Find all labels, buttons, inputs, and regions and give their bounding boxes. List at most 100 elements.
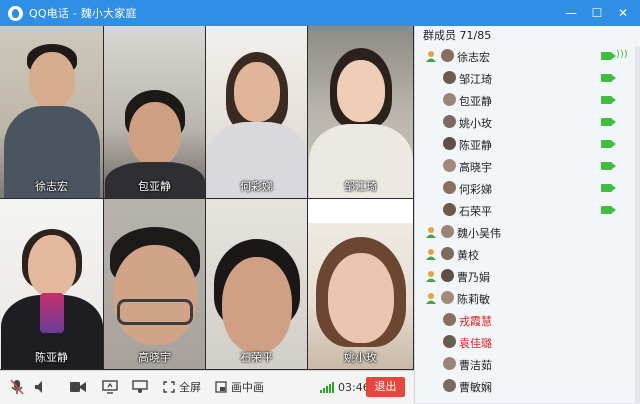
speaking-indicator-icon: )))	[616, 49, 628, 60]
video-tile[interactable]: 邹江琦	[308, 26, 414, 199]
member-panel: 群成员 71/85 徐志宏))) 邹江琦包亚静姚小玫陈亚静高晓宇何彩娣石荣平魏小吴…	[414, 26, 640, 403]
member-name: 高晓宇	[459, 161, 492, 174]
video-on-icon	[601, 96, 616, 104]
video-tile-name: 徐志宏	[35, 180, 68, 193]
admin-user-icon	[426, 293, 436, 304]
avatar	[443, 93, 456, 106]
speaker-icon	[35, 381, 42, 393]
picture-in-picture-button[interactable]: 画中画	[215, 379, 264, 395]
signal-strength-icon	[320, 382, 334, 393]
member-row[interactable]: 徐志宏)))	[415, 46, 640, 66]
video-tile[interactable]: 何彩娣	[206, 26, 308, 199]
member-name: 姚小玫	[459, 117, 492, 130]
video-tile-name: 邹江琦	[344, 180, 377, 193]
present-button[interactable]	[132, 379, 148, 395]
video-on-icon	[601, 118, 616, 126]
picture-in-picture-label: 画中画	[231, 381, 264, 394]
close-button[interactable]: ✕	[610, 6, 636, 20]
video-tile[interactable]: 包亚静	[104, 26, 206, 199]
member-row[interactable]: 曹敏娴	[415, 376, 640, 396]
avatar	[441, 269, 454, 282]
share-screen-button[interactable]	[102, 379, 118, 395]
admin-user-icon	[426, 271, 436, 282]
member-row[interactable]: 陈莉敏	[415, 288, 640, 308]
speaker-button[interactable]	[34, 379, 48, 395]
avatar	[441, 49, 454, 62]
admin-user-icon	[426, 227, 436, 238]
presenter-icon	[132, 380, 148, 393]
video-tile-name: 包亚静	[138, 180, 171, 193]
member-name: 包亚静	[459, 95, 492, 108]
admin-user-icon	[426, 51, 436, 62]
microphone-off-icon	[10, 379, 24, 395]
member-row[interactable]: 石荣平	[415, 200, 640, 220]
fullscreen-label: 全屏	[179, 381, 201, 394]
avatar	[443, 71, 456, 84]
microphone-mute-button[interactable]	[10, 379, 24, 395]
member-row[interactable]: 高晓宇	[415, 156, 640, 176]
video-tile-name: 石荣平	[240, 351, 273, 364]
call-duration: 03:46	[338, 380, 370, 394]
member-name: 袁佳璐	[459, 337, 492, 350]
avatar	[443, 335, 456, 348]
member-row[interactable]: 曹洁茹	[415, 354, 640, 374]
member-name: 石荣平	[459, 205, 492, 218]
video-tile[interactable]: 石荣平	[206, 199, 308, 370]
member-name: 曹敏娴	[459, 381, 492, 394]
video-tile[interactable]: 高晓宇	[104, 199, 206, 370]
member-row[interactable]: 陈亚静	[415, 134, 640, 154]
screen-share-icon	[102, 380, 118, 394]
member-name: 戎霞慧	[459, 315, 492, 328]
video-tile[interactable]: 陈亚静	[0, 199, 104, 370]
member-list-scrollbar[interactable]	[635, 46, 640, 403]
member-row[interactable]: 戎霞慧	[415, 310, 640, 330]
video-on-icon	[601, 140, 616, 148]
window-title: QQ电话 - 魏小大家庭	[29, 7, 137, 20]
member-name: 何彩娣	[459, 183, 492, 196]
member-row[interactable]: 黄校	[415, 244, 640, 264]
camera-icon	[70, 382, 86, 392]
picture-in-picture-icon	[215, 381, 227, 393]
member-row[interactable]: 包亚静	[415, 90, 640, 110]
video-on-icon	[601, 206, 616, 214]
member-row[interactable]: 姚小玫	[415, 112, 640, 132]
avatar	[443, 181, 456, 194]
member-row[interactable]: 何彩娣	[415, 178, 640, 198]
exit-call-button[interactable]: 退出	[366, 377, 405, 397]
member-row[interactable]: 邹江琦	[415, 68, 640, 88]
video-tile[interactable]: 姚小玫	[308, 199, 414, 370]
member-name: 邹江琦	[459, 73, 492, 86]
member-name: 曹洁茹	[459, 359, 492, 372]
avatar	[443, 203, 456, 216]
admin-user-icon	[426, 249, 436, 260]
member-row[interactable]: 魏小吴伟	[415, 222, 640, 242]
video-on-icon	[601, 52, 616, 60]
member-name: 魏小吴伟	[457, 227, 501, 240]
video-on-icon	[601, 162, 616, 170]
avatar	[443, 357, 456, 370]
member-name: 曹乃娟	[457, 271, 490, 284]
video-tile[interactable]: 徐志宏	[0, 26, 104, 199]
avatar	[441, 291, 454, 304]
fullscreen-button[interactable]: 全屏	[163, 379, 201, 395]
member-name: 徐志宏	[457, 51, 490, 64]
member-name: 黄校	[457, 249, 479, 262]
minimize-button[interactable]: —	[558, 6, 584, 20]
video-tile-name: 高晓宇	[138, 351, 171, 364]
camera-button[interactable]	[70, 379, 86, 395]
member-row[interactable]: 曹乃娟	[415, 266, 640, 286]
avatar	[441, 225, 454, 238]
fullscreen-icon	[163, 381, 175, 393]
member-row[interactable]: 袁佳璐	[415, 332, 640, 352]
maximize-button[interactable]: ☐	[584, 6, 610, 20]
avatar	[443, 137, 456, 150]
video-on-icon	[601, 74, 616, 82]
video-grid: 徐志宏 包亚静 何彩娣 邹江琦 陈亚静 高晓宇 石荣平 姚小玫	[0, 26, 414, 370]
member-name: 陈亚静	[459, 139, 492, 152]
member-count: 群成员 71/85	[423, 29, 492, 42]
avatar	[443, 115, 456, 128]
video-tile-name: 何彩娣	[240, 180, 273, 193]
avatar	[443, 313, 456, 326]
avatar	[441, 247, 454, 260]
avatar	[443, 379, 456, 392]
